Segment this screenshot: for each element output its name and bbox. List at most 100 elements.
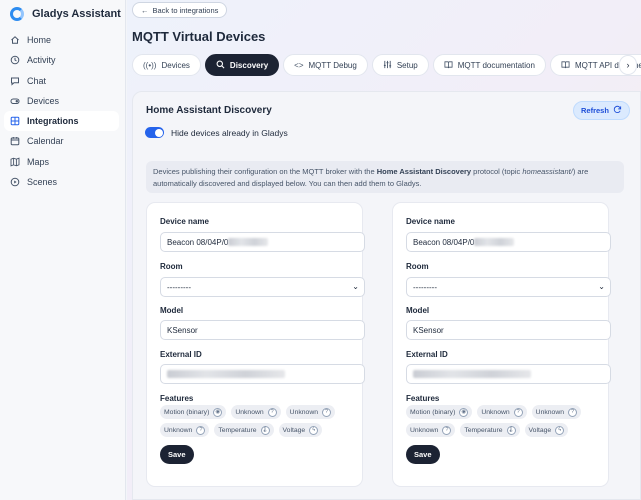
save-button[interactable]: Save [406,445,440,464]
feature-label: Voltage [282,426,306,434]
model-input[interactable]: KSensor [160,320,365,340]
refresh-label: Refresh [581,106,609,115]
sidebar-item-label: Scenes [27,177,58,188]
chevron-right-icon: › [626,60,630,70]
code-icon: <> [294,60,304,70]
sidebar-item-calendar[interactable]: Calendar [4,131,119,151]
tab-label: Discovery [229,60,269,70]
activity-icon [10,55,20,65]
model-label: Model [406,306,430,315]
feature-chip: Unknown? [406,423,456,437]
sidebar-item-maps[interactable]: Maps [4,152,119,172]
feature-chip: Motion (binary) ◉ [160,405,227,419]
arrow-left-icon: ← [141,5,149,15]
sidebar-item-activity[interactable]: Activity [4,50,119,70]
eye-icon: ◉ [213,407,223,417]
info-text-topic: homeassistant/ [522,167,573,176]
feature-label: Voltage [528,426,552,434]
feature-chip: Voltage ϟ [524,423,569,437]
integrations-icon [10,116,20,126]
discovery-panel: Home Assistant Discovery Refresh Hide de… [132,91,641,500]
room-label: Room [406,262,429,271]
sidebar: Gladys Assistant Home Activity Chat Devi… [0,0,126,500]
sidebar-item-chat[interactable]: Chat [4,71,119,91]
sidebar-item-scenes[interactable]: Scenes [4,172,119,192]
room-select[interactable]: --------- ⌄ [160,277,365,297]
tab-label: Setup [396,60,418,70]
gladys-logo-icon [10,7,24,21]
device-card: Device name Beacon 08/04P/0 Room -------… [146,202,365,487]
feature-chip: Voltage ϟ [278,423,323,437]
model-value: KSensor [167,325,198,335]
sidebar-item-label: Activity [27,55,56,66]
eye-icon: ◉ [459,407,469,417]
radio-icon: ((•)) [143,60,157,70]
redacted-text [413,370,531,378]
feature-label: Unknown [289,408,319,416]
chevron-down-icon: ⌄ [598,282,605,291]
feature-chip: Temperature 🌡 [460,423,520,437]
tab-discovery[interactable]: Discovery [204,54,280,76]
refresh-button[interactable]: Refresh [573,101,630,120]
panel-title: Home Assistant Discovery [146,105,272,116]
model-input[interactable]: KSensor [406,320,611,340]
features-label: Features [406,394,440,403]
external-id-input[interactable] [406,364,611,384]
redacted-text [474,238,515,246]
feature-label: Unknown [164,426,193,434]
save-button[interactable]: Save [160,445,194,464]
tab-mqtt-documentation[interactable]: MQTT documentation [432,54,546,76]
book-icon [444,60,453,71]
brand[interactable]: Gladys Assistant [0,0,121,28]
calendar-icon [10,136,20,146]
sidebar-item-home[interactable]: Home [4,30,119,50]
device-name-input[interactable]: Beacon 08/04P/0 [406,232,611,252]
sidebar-item-integrations[interactable]: Integrations [4,111,119,132]
model-label: Model [160,306,184,315]
info-alert: Devices publishing their configuration o… [146,161,624,193]
tab-mqtt-debug[interactable]: <> MQTT Debug [283,54,368,76]
redacted-text [228,238,269,246]
room-select[interactable]: --------- ⌄ [406,277,611,297]
info-text-mid: protocol (topic [471,167,523,176]
tab-label: MQTT documentation [457,60,535,70]
feature-label: Unknown [481,408,510,416]
question-icon: ? [196,425,206,435]
hide-devices-toggle[interactable] [145,127,164,138]
external-id-label: External ID [406,350,448,359]
back-button-label: Back to integrations [152,5,219,15]
feature-label: Unknown [410,426,439,434]
room-value: --------- [167,282,191,292]
tab-label: MQTT Debug [308,60,357,70]
sidebar-item-label: Integrations [27,116,79,127]
info-text-prefix: Devices publishing their configuration o… [153,167,377,176]
thermometer-icon: 🌡 [506,425,516,435]
sidebar-item-label: Home [27,35,52,45]
tab-devices[interactable]: ((•)) Devices [132,54,201,76]
main-content: ← Back to integrations MQTT Virtual Devi… [127,0,641,500]
feature-chip: Unknown? [160,423,210,437]
device-name-value: Beacon 08/04P/0 [167,237,229,247]
question-icon: ? [322,407,332,417]
device-name-label: Device name [406,217,455,226]
device-name-input[interactable]: Beacon 08/04P/0 [160,232,365,252]
feature-label: Motion (binary) [164,408,210,416]
sidebar-item-devices[interactable]: Devices [4,91,119,111]
play-icon [10,177,20,187]
refresh-icon [613,105,622,116]
feature-chip: Unknown? [285,405,336,419]
back-to-integrations-button[interactable]: ← Back to integrations [132,2,228,18]
chat-icon [10,76,20,86]
feature-label: Unknown [235,408,264,416]
feature-label: Motion (binary) [410,408,456,416]
feature-label: Temperature [218,426,257,434]
tab-setup[interactable]: Setup [371,54,429,76]
thermometer-icon: 🌡 [260,425,270,435]
tabs-scroll-right-button[interactable]: › [619,55,637,75]
device-name-label: Device name [160,217,209,226]
external-id-input[interactable] [160,364,365,384]
feature-chip: Temperature 🌡 [214,423,274,437]
lightning-icon: ϟ [309,425,319,435]
toggle-label: Hide devices already in Gladys [171,127,288,138]
feature-chip: Unknown? [531,405,582,419]
